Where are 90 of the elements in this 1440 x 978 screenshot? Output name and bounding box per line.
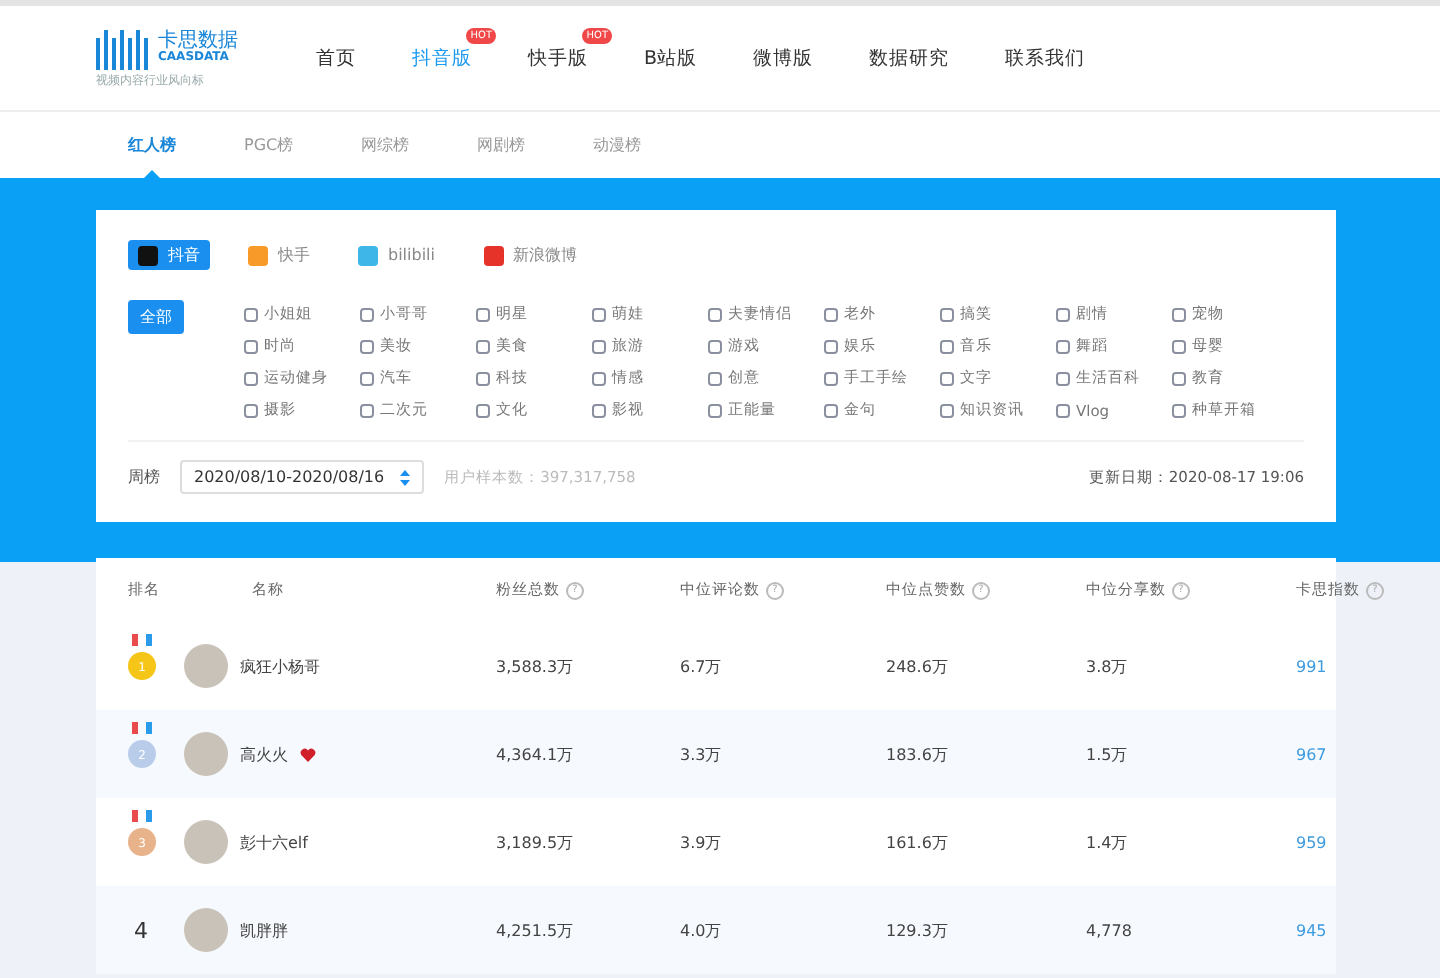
index-link[interactable]: 967 <box>1296 745 1336 763</box>
table-cell-text: 3.8万 <box>1086 655 1130 677</box>
category-icon <box>244 403 258 417</box>
creator-name[interactable]: 凯胖胖 <box>240 919 288 941</box>
category-icon <box>476 371 490 385</box>
platform-icon <box>358 245 378 265</box>
category-icon <box>360 403 374 417</box>
category-icon <box>708 339 722 353</box>
table-cell-text: 4,778 <box>1086 921 1134 939</box>
table-cell-text: 3,588.3万 <box>496 655 576 677</box>
category-icon <box>824 371 838 385</box>
table-cell-text: 3.3万 <box>680 743 724 765</box>
category-icon <box>476 403 490 417</box>
category-icon <box>824 339 838 353</box>
logo-icon <box>96 26 152 70</box>
category-icon <box>1172 307 1186 321</box>
category-icon <box>360 307 374 321</box>
platform-icon <box>248 245 268 265</box>
index-link[interactable]: 991 <box>1296 657 1336 675</box>
category-icon <box>824 307 838 321</box>
avatar <box>184 644 228 688</box>
table-cell-text: 129.3万 <box>886 919 950 941</box>
table-cell-text: 161.6万 <box>886 831 950 853</box>
platform-tab[interactable]: 抖音 <box>128 240 210 270</box>
nav-link[interactable]: 联系我们 <box>977 45 1114 71</box>
category-icon <box>708 307 722 321</box>
platform-tab[interactable]: bilibili <box>348 241 445 269</box>
nav-link[interactable]: 数据研究 <box>841 45 978 71</box>
table-cell-text: 248.6万 <box>886 655 950 677</box>
category-icon <box>940 307 954 321</box>
sub-tab[interactable]: 网剧榜 <box>473 112 530 178</box>
category-icon <box>1056 403 1070 417</box>
nav-link[interactable]: 抖音版 <box>384 45 500 71</box>
platform-tab[interactable]: 新浪微博 <box>473 240 587 270</box>
sub-tab[interactable]: PGC榜 <box>240 112 298 178</box>
table-cell-text: 4.0万 <box>680 919 724 941</box>
category-icon <box>360 339 374 353</box>
avatar <box>184 820 228 864</box>
table-cell-text: 183.6万 <box>886 743 950 765</box>
nav-link[interactable]: 快手版 <box>500 45 616 71</box>
category-icon <box>360 371 374 385</box>
category-icon <box>1056 307 1070 321</box>
table-cell-text: 1.4万 <box>1086 831 1130 853</box>
logo-name: 卡思数据 <box>158 32 238 52</box>
creator-name[interactable]: 疯狂小杨哥 <box>240 655 320 677</box>
table-cell-text: 3.9万 <box>680 831 724 853</box>
table-cell-text: 6.7万 <box>680 655 724 677</box>
nav-link[interactable]: 首页 <box>288 45 384 71</box>
category-icon <box>1172 339 1186 353</box>
table-cell-text: 1.5万 <box>1086 743 1130 765</box>
platform-icon <box>138 245 158 265</box>
rank-number: 4 <box>134 917 148 943</box>
category-icon <box>244 371 258 385</box>
category-icon <box>592 371 606 385</box>
week-select[interactable]: 2020/08/10-2020/08/16 <box>180 460 425 494</box>
category-icon <box>708 371 722 385</box>
creator-name[interactable]: 高火火 <box>240 743 288 765</box>
category-icon <box>592 403 606 417</box>
avatar <box>184 732 228 776</box>
avatar <box>184 908 228 952</box>
category-icon <box>592 307 606 321</box>
sub-tab[interactable]: 动漫榜 <box>589 112 646 178</box>
index-link[interactable]: 959 <box>1296 833 1336 851</box>
platform-tab[interactable]: 快手 <box>238 240 320 270</box>
index-link[interactable]: 945 <box>1296 921 1336 939</box>
category-icon <box>940 371 954 385</box>
period-label: 周榜 <box>128 466 160 488</box>
category-icon <box>1056 339 1070 353</box>
all-button[interactable]: 全部 <box>128 300 184 334</box>
category-icon <box>592 339 606 353</box>
category-icon <box>940 403 954 417</box>
table-cell-text: 4,251.5万 <box>496 919 576 941</box>
category-icon <box>824 403 838 417</box>
nav-link[interactable]: 微博版 <box>725 45 842 71</box>
category-icon <box>708 403 722 417</box>
updown-icon <box>400 469 411 485</box>
category-icon <box>476 307 490 321</box>
category-icon <box>940 339 954 353</box>
category-icon <box>1172 403 1186 417</box>
category-icon <box>244 339 258 353</box>
platform-icon <box>483 245 503 265</box>
creator-name[interactable]: 彭十六elf <box>240 831 308 853</box>
table-cell-text: 4,364.1万 <box>496 743 576 765</box>
category-icon <box>1172 371 1186 385</box>
sub-tab[interactable]: 网综榜 <box>357 112 414 178</box>
table-cell-text: 3,189.5万 <box>496 831 576 853</box>
nav-link[interactable]: B站版 <box>616 45 726 71</box>
category-icon <box>1056 371 1070 385</box>
category-icon <box>476 339 490 353</box>
category-icon <box>244 307 258 321</box>
